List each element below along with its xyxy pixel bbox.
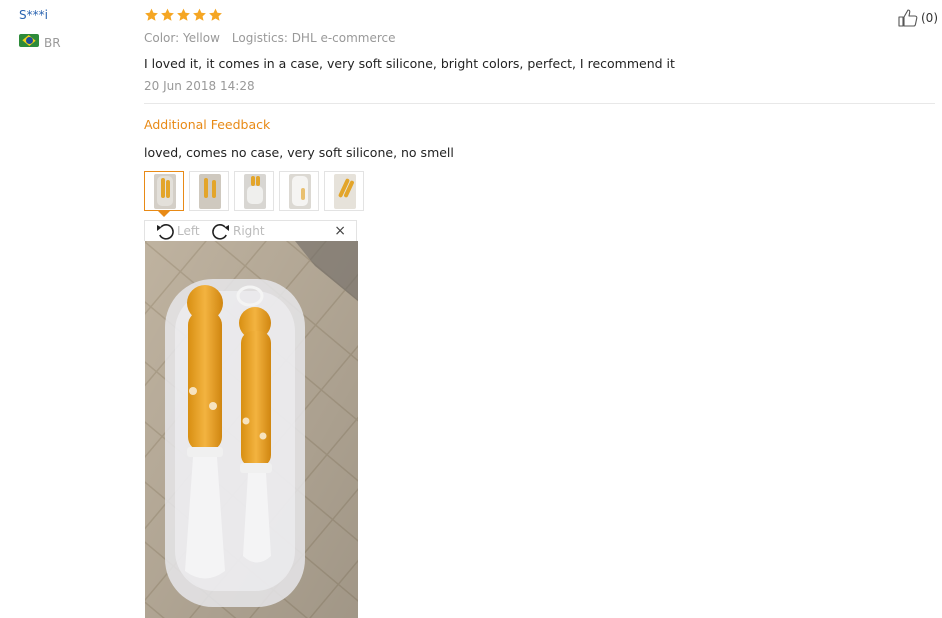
photo-thumbnails xyxy=(144,171,364,211)
thumbnail-photo-5[interactable] xyxy=(324,171,364,211)
star-rating xyxy=(144,7,223,25)
review-meta: Color: Yellow Logistics: DHL e-commerce xyxy=(144,31,396,45)
reviewer-country: BR xyxy=(44,36,61,50)
helpful-button[interactable]: (0) xyxy=(897,8,938,28)
close-icon[interactable]: × xyxy=(334,224,346,238)
rotate-right-label: Right xyxy=(233,224,265,238)
helpful-count: (0) xyxy=(921,11,938,25)
brazil-flag-icon xyxy=(19,34,39,47)
review-photo xyxy=(145,241,358,618)
photo-viewer-toolbar: Left Right × xyxy=(144,220,357,241)
divider xyxy=(144,103,935,104)
active-thumbnail-caret xyxy=(158,211,170,217)
review-date: 20 Jun 2018 14:28 xyxy=(144,79,255,93)
thumbnail-photo-2[interactable] xyxy=(189,171,229,211)
rotate-right-icon xyxy=(211,222,231,240)
thumbnail-photo-3[interactable] xyxy=(234,171,274,211)
additional-feedback-text: loved, comes no case, very soft silicone… xyxy=(144,145,454,160)
rotate-left-icon xyxy=(155,222,175,240)
thumbnail-photo-1[interactable] xyxy=(144,171,184,211)
star-icon xyxy=(160,7,175,23)
review-text: I loved it, it comes in a case, very sof… xyxy=(144,56,675,71)
star-icon xyxy=(208,7,223,23)
reviewer-name[interactable]: S***i xyxy=(19,8,48,22)
product-color: Color: Yellow xyxy=(144,31,220,45)
rotate-left-button[interactable]: Left xyxy=(155,222,200,240)
additional-feedback-title: Additional Feedback xyxy=(144,117,271,132)
thumbs-up-icon xyxy=(897,8,919,28)
logistics-info: Logistics: DHL e-commerce xyxy=(231,31,396,45)
star-icon xyxy=(176,7,191,23)
rotate-right-button[interactable]: Right xyxy=(211,222,265,240)
rotate-left-label: Left xyxy=(177,224,200,238)
star-icon xyxy=(144,7,159,23)
star-icon xyxy=(192,7,207,23)
thumbnail-photo-4[interactable] xyxy=(279,171,319,211)
